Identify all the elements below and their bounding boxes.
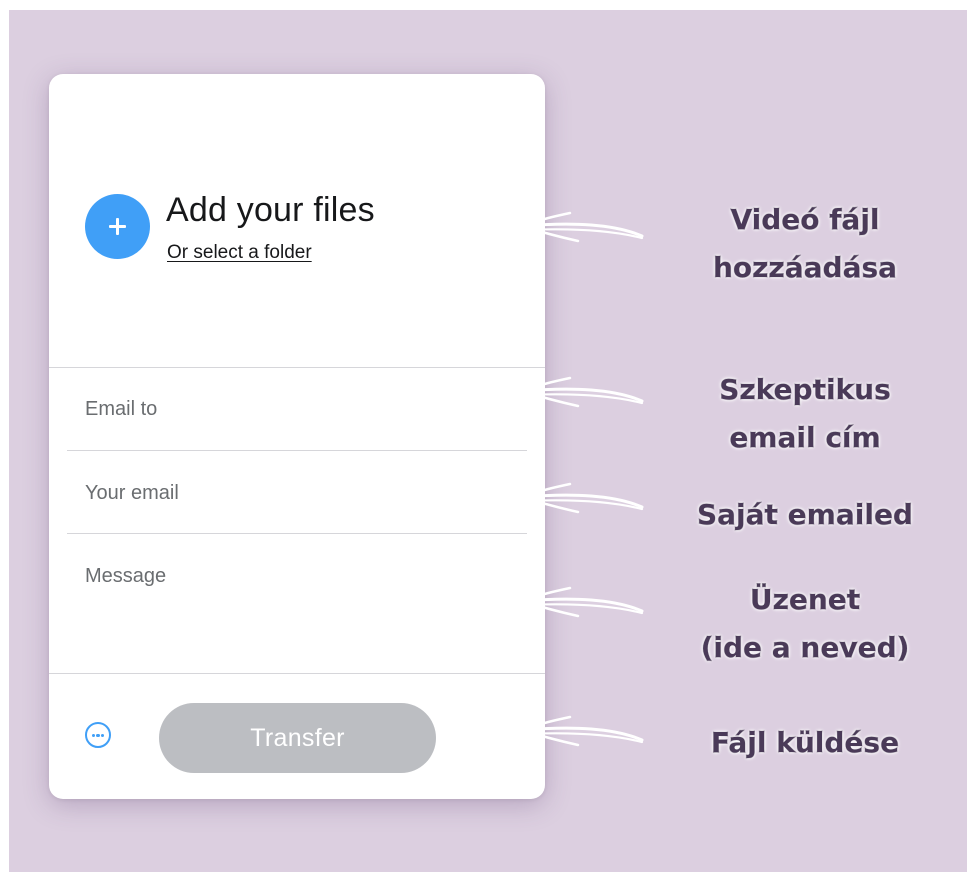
more-options-icon bbox=[91, 734, 95, 738]
divider-email-to bbox=[67, 450, 527, 451]
transfer-button[interactable]: Transfer bbox=[159, 703, 436, 773]
divider-your-email bbox=[67, 533, 527, 534]
add-files-button[interactable] bbox=[85, 194, 150, 259]
hand-drawn-arrow-left-icon bbox=[520, 715, 644, 747]
divider-upload bbox=[49, 367, 545, 368]
annotation-add-files: Videó fájl hozzáadása bbox=[712, 203, 898, 285]
add-files-title[interactable]: Add your files bbox=[166, 191, 375, 230]
transfer-panel bbox=[49, 74, 545, 799]
annotation-your-email: Saját emailed bbox=[697, 498, 914, 532]
your-email-field[interactable]: Your email bbox=[85, 482, 179, 505]
hand-drawn-arrow-left-icon bbox=[520, 376, 644, 408]
annotation-email-to: Szkeptikus email cím bbox=[719, 373, 892, 455]
annotation-send-file: Fájl küldése bbox=[710, 726, 900, 760]
email-to-field[interactable]: Email to bbox=[85, 398, 157, 421]
hand-drawn-arrow-left-icon bbox=[520, 482, 644, 514]
divider-message bbox=[49, 673, 545, 674]
annotation-message: Üzenet (ide a neved) bbox=[700, 583, 910, 665]
hand-drawn-arrow-left-icon bbox=[520, 586, 644, 618]
hand-drawn-arrow-left-icon bbox=[520, 211, 644, 243]
message-field[interactable]: Message bbox=[85, 565, 166, 588]
more-options-button[interactable] bbox=[85, 722, 111, 748]
select-folder-link[interactable]: Or select a folder bbox=[167, 242, 312, 264]
